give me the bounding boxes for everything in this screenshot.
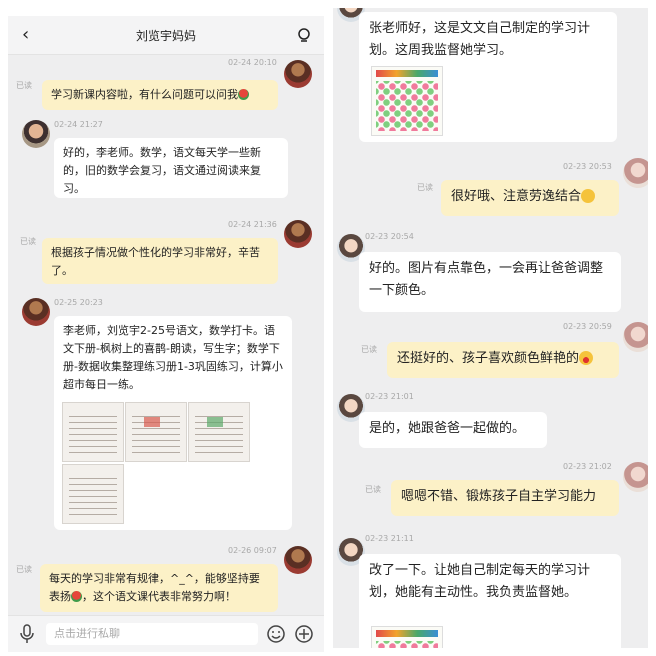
message-bubble[interactable]: 是的，她跟爸爸一起做的。 (359, 412, 547, 448)
timestamp: 02-23 20:53 (563, 162, 612, 171)
timestamp: 02-25 20:23 (54, 298, 103, 307)
photo-content (69, 473, 117, 515)
photo-mark (207, 417, 223, 427)
message-text: ，这个语文课代表非常努力啊！ (82, 590, 236, 603)
photo-mark (144, 417, 160, 427)
message-text: 李老师，刘览宇2-25号语文，数学打卡。语文下册-枫树上的喜鹊-朗读，写生字；数… (63, 324, 283, 391)
plan-grid (376, 81, 438, 131)
message-text: 很好哦、注意劳逸结合 (451, 189, 582, 204)
timestamp: 02-23 21:11 (365, 534, 414, 543)
timestamp: 02-23 20:54 (365, 232, 414, 241)
message-text: 根据孩子情况做个性化的学习非常好，辛苦了。 (51, 246, 260, 277)
timestamp: 02-24 21:27 (54, 120, 103, 129)
input-bar: 点击进行私聊 (8, 615, 324, 652)
left-chat-screenshot: ‹ 刘览宇妈妈 02-24 20:10 已读 学习新课内容啦，有什么问题可以问我… (8, 16, 324, 652)
message-bubble[interactable]: 每天的学习非常有规律，^_^，能够坚持要表扬 ，这个语文课代表非常努力啊！ (40, 564, 278, 612)
photo-thumbnail[interactable] (125, 402, 187, 462)
microphone-icon[interactable] (18, 624, 36, 644)
timestamp: 02-23 20:59 (563, 322, 612, 331)
avatar[interactable] (284, 220, 312, 248)
surprised-emoji-icon (579, 351, 594, 365)
photo-thumbnail[interactable] (62, 464, 124, 524)
rose-emoji-icon (71, 591, 82, 602)
plan-title-bar (376, 630, 438, 637)
read-receipt: 已读 (16, 565, 32, 574)
message-bubble[interactable]: 学习新课内容啦，有什么问题可以问我 (42, 80, 278, 110)
photo-thumbnail[interactable] (62, 402, 124, 462)
message-bubble[interactable]: 好的。图片有点靠色，一会再让爸爸调整一下颜色。 (359, 252, 621, 312)
rose-emoji-icon (238, 89, 249, 100)
read-receipt: 已读 (20, 237, 36, 246)
message-text: 改了一下。让她自己制定每天的学习计划，她能有主动性。我负责监督她。 (369, 563, 591, 600)
avatar[interactable] (22, 298, 50, 326)
chat-header: ‹ 刘览宇妈妈 (8, 16, 324, 55)
menu-icon[interactable] (296, 27, 312, 43)
timestamp: 02-23 21:01 (365, 392, 414, 401)
message-bubble[interactable]: 还挺好的、孩子喜欢颜色鲜艳的 (387, 342, 619, 378)
avatar[interactable] (623, 158, 648, 188)
timestamp: 02-23 21:02 (563, 462, 612, 471)
message-text: 嗯嗯不错、锻炼孩子自主学习能力 (401, 489, 597, 504)
smile-icon[interactable] (266, 624, 286, 644)
grin-emoji-icon (581, 189, 596, 203)
message-text: 好的，李老师。数学，语文每天学一些新的，旧的数学会复习，语文通过阅读来复习。 (63, 146, 261, 195)
study-plan-image[interactable] (371, 626, 443, 648)
message-text: 还挺好的、孩子喜欢颜色鲜艳的 (397, 351, 580, 366)
read-receipt: 已读 (361, 345, 377, 354)
avatar[interactable] (284, 60, 312, 88)
read-receipt: 已读 (365, 485, 381, 494)
message-input[interactable]: 点击进行私聊 (46, 623, 258, 645)
message-text: 好的。图片有点靠色，一会再让爸爸调整一下颜色。 (369, 261, 604, 298)
avatar[interactable] (623, 462, 648, 492)
message-text: 学习新课内容啦，有什么问题可以问我 (51, 88, 238, 101)
photo-thumbnail[interactable] (188, 402, 250, 462)
timestamp: 02-24 20:10 (228, 58, 277, 67)
message-bubble[interactable]: 根据孩子情况做个性化的学习非常好，辛苦了。 (42, 238, 278, 284)
message-bubble[interactable]: 很好哦、注意劳逸结合 (441, 180, 619, 216)
avatar[interactable] (623, 322, 648, 352)
avatar[interactable] (284, 546, 312, 574)
photo-content (69, 411, 117, 453)
message-text: 是的，她跟爸爸一起做的。 (369, 421, 526, 436)
message-bubble[interactable]: 好的，李老师。数学，语文每天学一些新的，旧的数学会复习，语文通过阅读来复习。 (54, 138, 288, 198)
plan-title-bar (376, 70, 438, 77)
read-receipt: 已读 (417, 183, 433, 192)
plan-grid (376, 641, 438, 648)
plus-icon[interactable] (294, 624, 314, 644)
chat-title: 刘览宇妈妈 (135, 29, 196, 43)
study-plan-image[interactable] (371, 66, 443, 136)
timestamp: 02-24 21:36 (228, 220, 277, 229)
read-receipt: 已读 (16, 81, 32, 90)
avatar[interactable] (22, 120, 50, 148)
timestamp: 02-26 09:07 (228, 546, 277, 555)
message-bubble[interactable]: 嗯嗯不错、锻炼孩子自主学习能力 (391, 480, 619, 516)
message-text: 张老师好，这是文文自己制定的学习计划。这周我监督她学习。 (369, 21, 591, 58)
right-chat-screenshot: 张老师好，这是文文自己制定的学习计划。这周我监督她学习。 02-23 20:53… (333, 8, 648, 648)
